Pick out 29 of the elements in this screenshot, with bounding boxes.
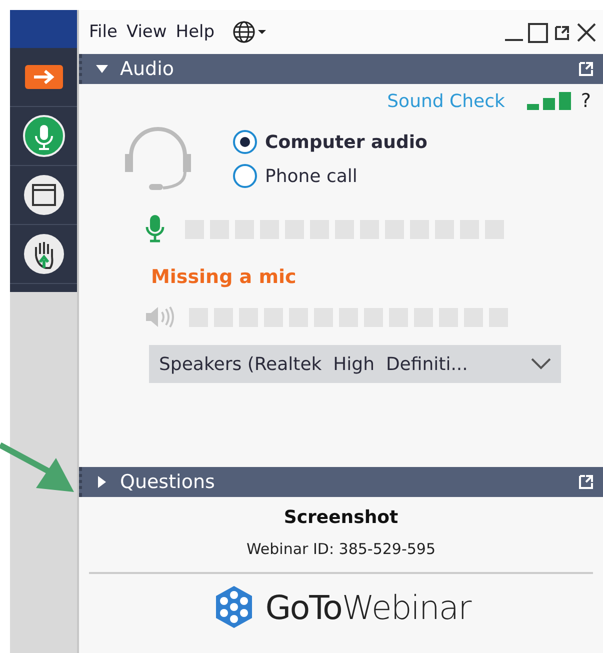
close-icon[interactable] [575, 20, 597, 44]
menu-item[interactable]: Help [176, 22, 215, 42]
warning-text: Missing a mic [151, 266, 298, 288]
menu-item[interactable]: View [126, 22, 167, 42]
speaker-icon [145, 305, 175, 329]
webinar-id: Webinar ID: 385-529-595 [246, 540, 436, 558]
radio-button[interactable] [233, 164, 257, 188]
radio-label[interactable]: Computer audio [265, 132, 428, 152]
chevron-down-icon[interactable] [531, 358, 551, 370]
signal-bars-icon [526, 92, 573, 110]
microphone-icon[interactable] [22, 114, 66, 158]
logo-text: GoToWebinar [265, 588, 471, 626]
webinar-title: Screenshot [284, 507, 398, 528]
microphone-icon [145, 214, 165, 244]
collapse-icon[interactable] [96, 63, 108, 75]
expand-icon[interactable] [96, 476, 108, 488]
window-icon[interactable] [22, 173, 66, 217]
menu-item[interactable]: File [89, 22, 118, 42]
radio-label[interactable]: Phone call [265, 166, 358, 186]
popout-icon[interactable] [577, 60, 595, 78]
headset-icon [123, 126, 193, 192]
maximize-icon[interactable] [527, 20, 549, 44]
sidebar-header [10, 10, 77, 48]
raised-hand-icon[interactable] [22, 232, 66, 276]
speaker-dropdown[interactable]: Speakers (Realtek High Definiti... [149, 345, 561, 383]
radio-button[interactable] [233, 130, 257, 154]
help-button[interactable]: ? [580, 90, 591, 112]
globe-icon[interactable] [232, 20, 266, 44]
popout-icon[interactable] [577, 473, 595, 491]
